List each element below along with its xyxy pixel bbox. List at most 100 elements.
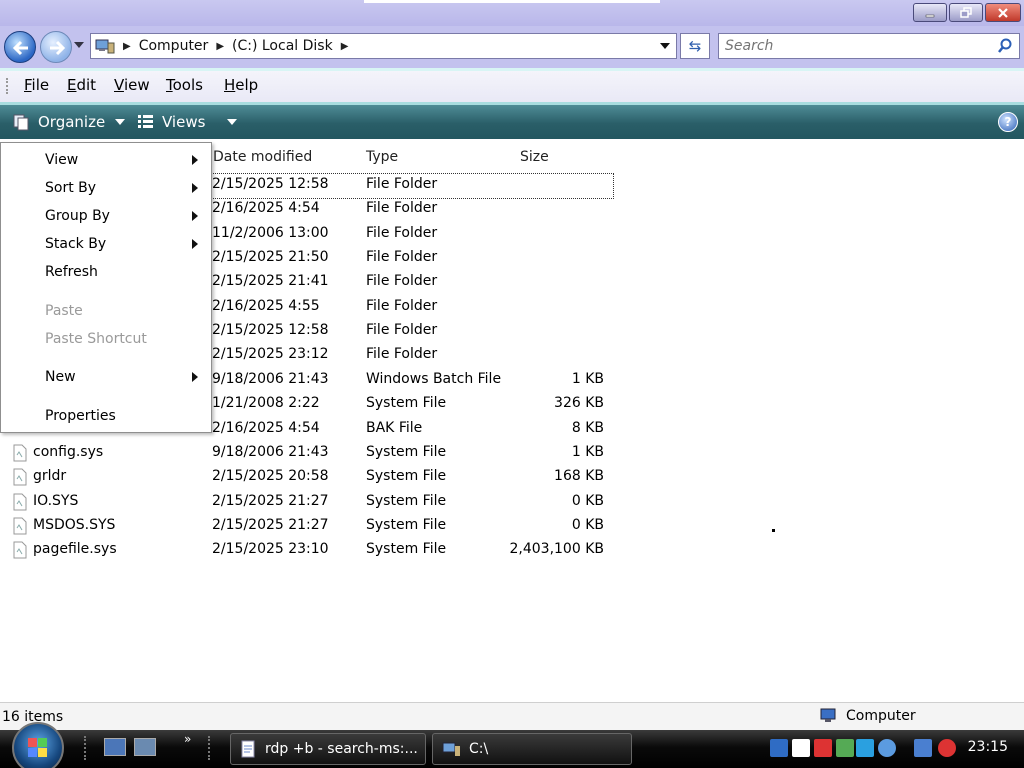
breadcrumb-arrow[interactable]: ▶: [123, 41, 131, 52]
navigation-bar: ▶ Computer ▶ (C:) Local Disk ▶ ⇆: [0, 26, 1024, 68]
column-size[interactable]: Size: [520, 149, 549, 165]
computer-icon: [95, 39, 115, 54]
search-box[interactable]: [718, 33, 1020, 59]
file-date: 2/16/2025 4:54: [212, 200, 320, 217]
column-date-modified[interactable]: Date modified: [213, 149, 312, 165]
organize-caret-icon: [115, 119, 126, 125]
status-location-label: Computer: [846, 708, 916, 724]
address-bar[interactable]: ▶ Computer ▶ (C:) Local Disk ▶: [90, 33, 677, 59]
stray-dot: [772, 529, 775, 532]
recent-pages-dropdown[interactable]: [74, 42, 84, 48]
menu-view[interactable]: View: [114, 76, 150, 94]
refresh-button[interactable]: ⇆: [680, 33, 710, 59]
app-v-icon[interactable]: [792, 739, 810, 757]
submenu-arrow-icon: [192, 372, 198, 382]
search-input[interactable]: [725, 35, 985, 57]
submenu-arrow-icon: [192, 211, 198, 221]
table-row[interactable]: IO.SYS 2/15/2025 21:27 System File 0 KB: [0, 490, 620, 514]
file-name: config.sys: [33, 443, 104, 460]
display-icon[interactable]: [914, 739, 932, 757]
file-name: MSDOS.SYS: [33, 516, 116, 533]
table-row[interactable]: grldr 2/15/2025 20:58 System File 168 KB: [0, 465, 620, 489]
file-type: File Folder: [366, 322, 438, 339]
menu-view-label: iew: [123, 76, 150, 94]
minimize-button[interactable]: [913, 3, 947, 22]
app-shield-icon[interactable]: [856, 739, 874, 757]
ctx-paste-shortcut: Paste Shortcut: [45, 331, 147, 347]
task-search[interactable]: rdp +b - search-ms:...: [230, 733, 426, 765]
views-icon: [138, 115, 153, 128]
file-size: 1 KB: [571, 370, 604, 387]
computer-icon: [820, 708, 836, 722]
app-green-icon[interactable]: [836, 739, 854, 757]
ctx-stack-by[interactable]: Stack By: [45, 236, 106, 252]
menu-file-label: ile: [31, 76, 50, 94]
menu-tools[interactable]: Tools: [166, 76, 203, 94]
close-button[interactable]: [985, 3, 1021, 22]
menu-tools-label: ools: [172, 76, 203, 94]
organize-button[interactable]: Organize: [12, 113, 126, 131]
system-tray: 23:15: [768, 730, 1024, 768]
file-type: BAK File: [366, 419, 423, 436]
file-size: 326 KB: [554, 395, 604, 412]
file-date: 2/16/2025 4:54: [212, 419, 320, 436]
switch-windows-icon[interactable]: [134, 738, 156, 756]
network-icon[interactable]: [770, 739, 788, 757]
ctx-view[interactable]: View: [45, 152, 78, 168]
back-arrow-icon: [12, 40, 28, 56]
title-strip: [364, 0, 660, 3]
ctx-refresh[interactable]: Refresh: [45, 264, 98, 280]
table-row[interactable]: pagefile.sys 2/15/2025 23:10 System File 2,…: [0, 538, 620, 562]
menu-edit[interactable]: Edit: [67, 76, 96, 94]
submenu-arrow-icon: [192, 183, 198, 193]
file-date: 2/15/2025 21:50: [212, 249, 329, 266]
menu-file[interactable]: File: [24, 76, 49, 94]
views-caret-icon: [227, 119, 238, 125]
breadcrumb-computer[interactable]: Computer: [139, 38, 209, 54]
quicklaunch-overflow-icon[interactable]: »: [184, 732, 191, 746]
views-button[interactable]: Views: [136, 113, 238, 131]
breadcrumb-arrow[interactable]: ▶: [216, 41, 224, 52]
file-type: System File: [366, 492, 447, 509]
restore-icon: [960, 6, 972, 18]
restore-button[interactable]: [949, 3, 983, 22]
forward-arrow-icon: [50, 40, 66, 56]
menu-edit-label: dit: [76, 76, 97, 94]
address-dropdown[interactable]: [660, 43, 670, 49]
menu-help-label: elp: [235, 76, 259, 94]
back-button[interactable]: [4, 31, 36, 63]
file-size: 168 KB: [554, 468, 604, 485]
system-file-icon: [13, 517, 27, 535]
table-row[interactable]: config.sys 9/18/2006 21:43 System File 1 KB: [0, 441, 620, 465]
file-size: 1 KB: [571, 443, 604, 460]
volume-muted-icon[interactable]: [938, 739, 956, 757]
system-file-icon: [13, 444, 27, 462]
system-file-icon: [13, 493, 27, 511]
clock[interactable]: 23:15: [968, 739, 1008, 755]
file-type: File Folder: [366, 224, 438, 241]
menu-help[interactable]: Help: [224, 76, 258, 94]
ctx-properties[interactable]: Properties: [45, 408, 116, 424]
start-button[interactable]: [12, 722, 64, 768]
search-icon[interactable]: [997, 38, 1013, 54]
file-type: System File: [366, 443, 447, 460]
show-desktop-icon[interactable]: [104, 738, 126, 756]
app-q-icon[interactable]: [878, 739, 896, 757]
breadcrumb-arrow[interactable]: ▶: [341, 41, 349, 52]
column-type[interactable]: Type: [366, 149, 398, 165]
windows-logo-icon: [28, 738, 47, 757]
ctx-sort-by[interactable]: Sort By: [45, 180, 96, 196]
app-red-icon[interactable]: [814, 739, 832, 757]
file-date: 9/18/2006 21:43: [212, 443, 329, 460]
breadcrumb-local-disk[interactable]: (C:) Local Disk: [232, 38, 333, 54]
help-button[interactable]: ?: [998, 112, 1018, 132]
forward-button[interactable]: [40, 31, 72, 63]
file-type: System File: [366, 468, 447, 485]
ctx-new[interactable]: New: [45, 369, 76, 385]
ctx-group-by[interactable]: Group By: [45, 208, 110, 224]
system-file-icon: [13, 468, 27, 486]
task-explorer[interactable]: C:\: [432, 733, 632, 765]
status-bar: 16 items Computer: [0, 702, 1024, 730]
table-row[interactable]: MSDOS.SYS 2/15/2025 21:27 System File 0 KB: [0, 514, 620, 538]
ctx-paste: Paste: [45, 303, 83, 319]
